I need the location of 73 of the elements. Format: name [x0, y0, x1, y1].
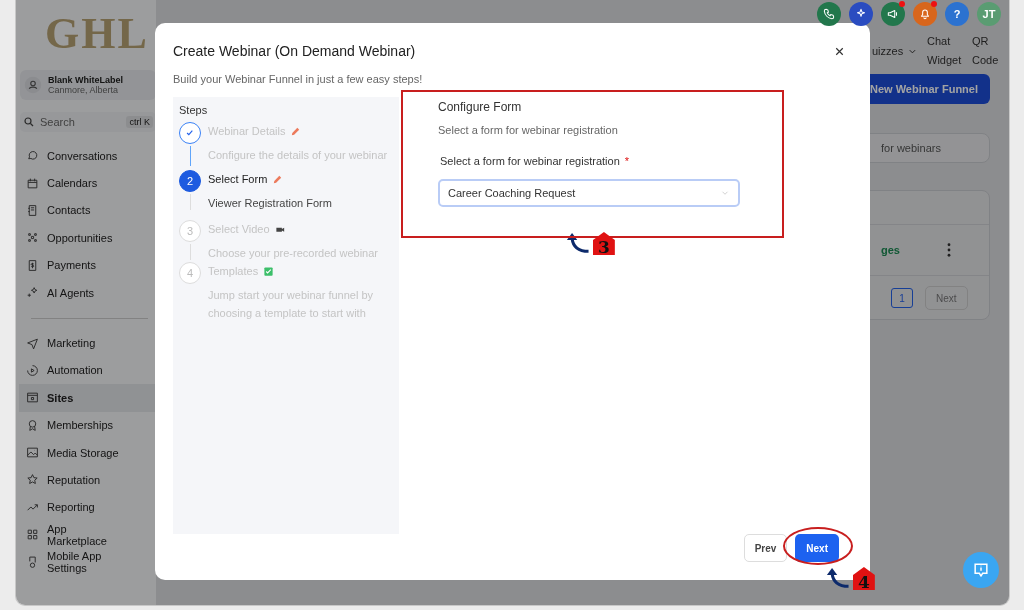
modal-title: Create Webinar (On Demand Webinar): [173, 43, 416, 59]
dollar-document-icon: [26, 258, 39, 272]
header-action-button[interactable]: [913, 2, 937, 26]
step-indicator: 2: [179, 170, 201, 192]
menu-item[interactable]: uizzes: [872, 41, 918, 61]
form-heading: Configure Form: [438, 100, 523, 114]
nav-item[interactable]: Automation: [19, 356, 156, 385]
nav-item[interactable]: Marketing: [19, 329, 156, 357]
steps-heading: Steps: [179, 104, 209, 116]
nav-item[interactable]: Reputation: [19, 466, 156, 494]
more-options-icon[interactable]: [947, 243, 951, 257]
step-indicator: 3: [179, 220, 201, 242]
paper-plane-icon: [26, 336, 39, 350]
account-name: Blank WhiteLabel: [48, 75, 123, 85]
nav-item[interactable]: Payments: [19, 251, 156, 279]
help-chat-button[interactable]: [963, 552, 999, 588]
user-icon: [24, 76, 42, 94]
dots-cluster-icon: [26, 231, 39, 245]
pencil-icon: [272, 173, 284, 185]
search-field[interactable]: Search ctrl K: [20, 112, 156, 132]
step-number-marker: 3: [593, 232, 615, 255]
nav-item[interactable]: Contacts: [19, 196, 156, 225]
nav-item[interactable]: AI Agents: [19, 278, 156, 307]
search-placeholder: Search: [40, 116, 76, 128]
sparkle-icon: [26, 286, 39, 300]
calendar-icon: [26, 176, 39, 190]
header-action-button[interactable]: ?: [945, 2, 969, 26]
nav-item[interactable]: Reporting: [19, 493, 156, 522]
account-switcher[interactable]: Blank WhiteLabel Canmore, Alberta: [20, 70, 156, 100]
next-button[interactable]: Next: [795, 534, 839, 562]
browser-window-icon: [26, 391, 39, 405]
modal-subtitle: Build your Webinar Funnel in just a few easy steps!: [173, 73, 424, 85]
notification-dot: [899, 1, 905, 7]
notebook-icon: [26, 203, 39, 217]
curved-arrow-icon: [566, 232, 592, 255]
nav-item[interactable]: Mobile App Settings: [19, 548, 156, 576]
nav-item[interactable]: Opportunities: [19, 224, 156, 252]
nav-item[interactable]: Media Storage: [19, 438, 156, 467]
logo: GHL: [44, 8, 150, 60]
nav-item[interactable]: Sites: [19, 384, 156, 412]
step-description: Viewer Registration Form: [208, 196, 333, 211]
form-description: Select a form for webinar registration: [438, 124, 619, 136]
step-title: Select Form: [208, 173, 268, 185]
form-select-dropdown[interactable]: Career Coaching Request: [438, 179, 740, 207]
header-action-button[interactable]: [849, 2, 873, 26]
grid-icon: [26, 528, 39, 542]
nav-item[interactable]: App Marketplace: [19, 521, 156, 549]
checkbox-icon: [263, 265, 275, 277]
prev-button[interactable]: Prev: [743, 534, 788, 562]
image-icon: [26, 446, 39, 460]
curved-arrow-icon: [826, 567, 852, 590]
award-icon: [26, 418, 39, 432]
nav-item[interactable]: Memberships: [19, 411, 156, 439]
step-indicator: 4: [179, 262, 201, 284]
required-asterisk: *: [624, 155, 630, 167]
header-action-button[interactable]: [881, 2, 905, 26]
star-icon: [26, 473, 39, 487]
nav-item[interactable]: Calendars: [19, 169, 156, 197]
shortcut-hint: ctrl K: [126, 116, 153, 128]
pencil-icon: [290, 125, 302, 137]
speech-bubble-icon: [26, 149, 39, 163]
header-action-button[interactable]: [817, 2, 841, 26]
account-location: Canmore, Alberta: [48, 85, 120, 95]
field-label: Select a form for webinar registration: [440, 155, 620, 167]
bell-icon: [918, 7, 932, 21]
nav-item[interactable]: Conversations: [19, 142, 156, 170]
menu-item[interactable]: Chat Widget: [927, 32, 963, 70]
menu-item[interactable]: QR Code: [972, 32, 1008, 70]
megaphone-icon: [886, 7, 900, 21]
notification-dot: [931, 1, 937, 7]
search-icon: [23, 116, 35, 128]
annotation-ellipse: [783, 527, 854, 565]
phone-icon: [822, 7, 836, 21]
